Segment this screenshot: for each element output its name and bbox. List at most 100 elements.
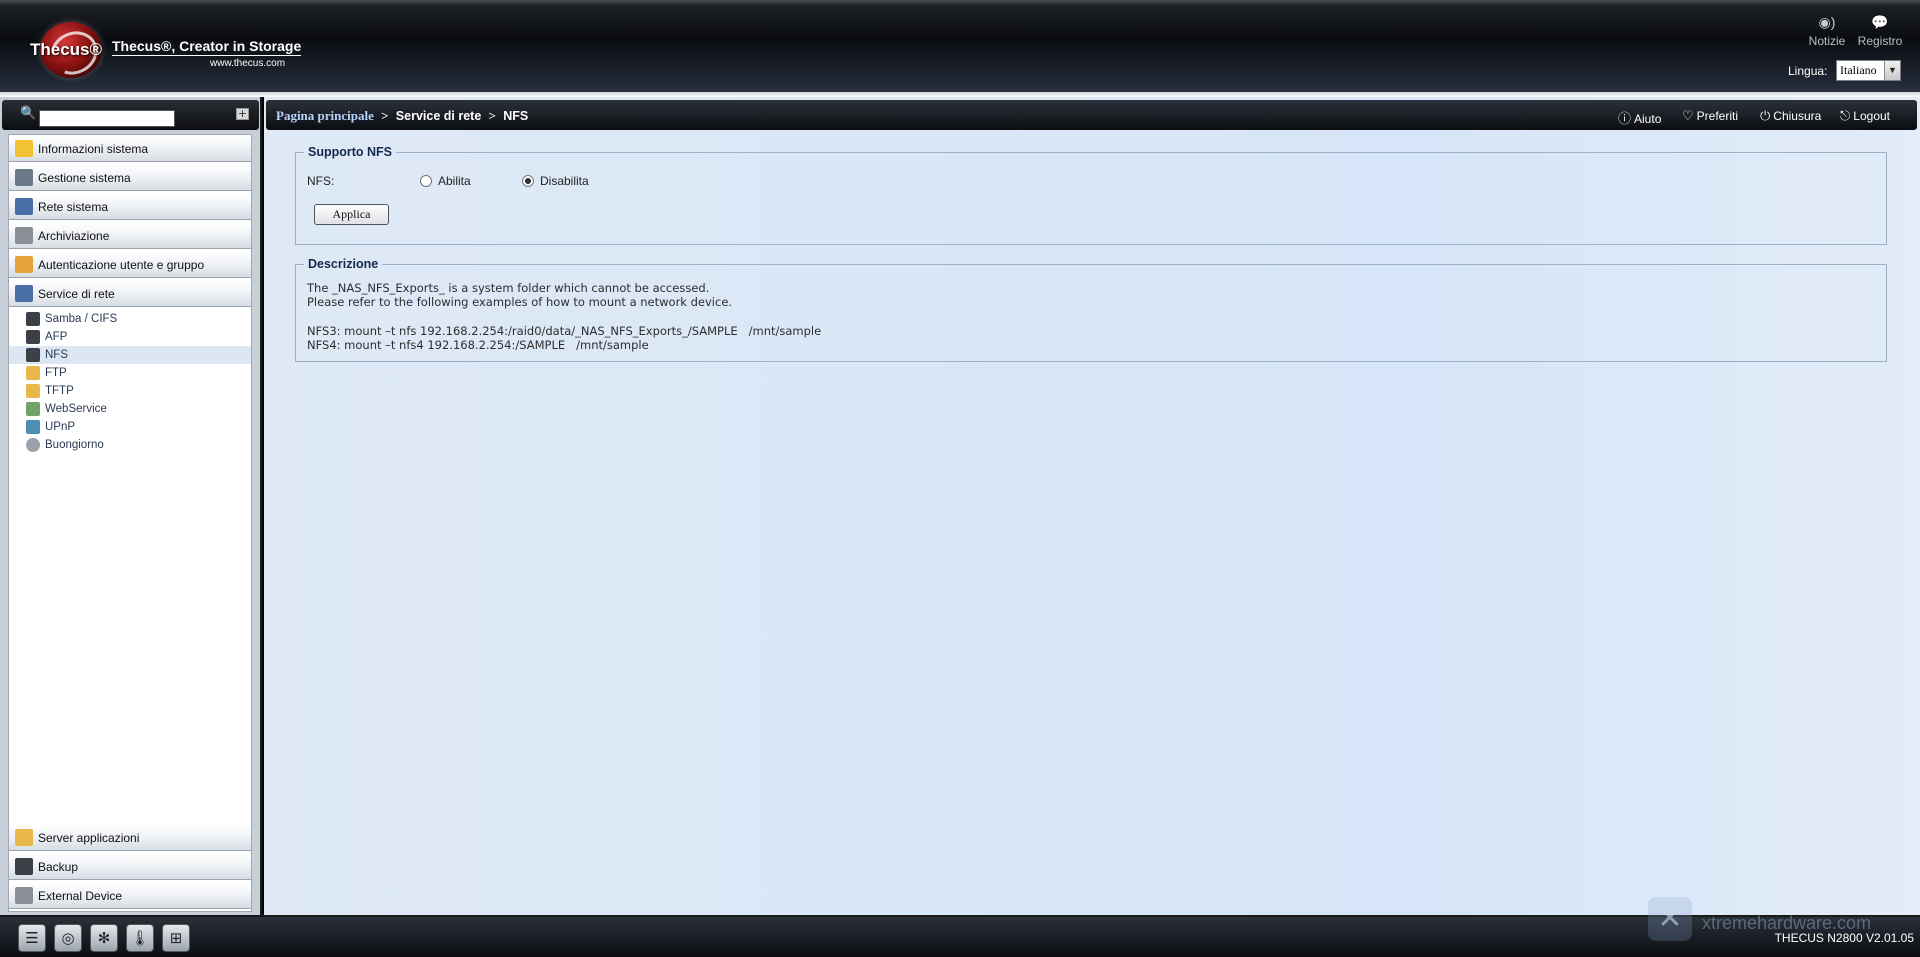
sidebar-item-label: FTP	[45, 367, 67, 379]
logout-button[interactable]: ⎋ Logout	[1840, 108, 1890, 124]
nfs-disable-label: Disabilita	[540, 174, 589, 188]
category-server-applicazioni[interactable]: Server applicazioni	[9, 824, 251, 851]
help-label: Aiuto	[1634, 112, 1662, 126]
category-label: Archiviazione	[38, 228, 110, 243]
description-title: Descrizione	[308, 257, 379, 271]
sidebar-item-upnp[interactable]: UPnP	[9, 418, 251, 436]
sidebar-item-tftp[interactable]: TFTP	[9, 382, 251, 400]
sidebar: 🔍 + Informazioni sistema Gestione sistem…	[0, 97, 262, 915]
breadcrumb-home-link[interactable]: Pagina principale	[276, 108, 374, 123]
speech-bubble-icon: 💬	[1871, 14, 1889, 30]
category-autenticazione[interactable]: Autenticazione utente e gruppo	[9, 251, 251, 278]
nfs-field-label: NFS:	[307, 174, 335, 188]
nfs-icon	[26, 348, 40, 362]
main-toolbar: Pagina principale > Service di rete > NF…	[266, 100, 1917, 130]
category-label: External Device	[38, 888, 123, 903]
category-archiviazione[interactable]: Archiviazione	[9, 222, 251, 249]
category-label: Informazioni sistema	[38, 141, 149, 156]
category-rete-sistema[interactable]: Rete sistema	[9, 193, 251, 220]
taskbar: ☰ ◎ ✻ 🌡 ⊞ THECUS N2800 V2.01.05	[0, 915, 1920, 957]
sidebar-item-nfs[interactable]: NFS	[9, 346, 251, 364]
tools-icon	[15, 169, 33, 186]
nfs-disable-radio[interactable]: Disabilita	[522, 174, 589, 188]
sidebar-item-buongiorno[interactable]: Buongiorno	[9, 436, 251, 454]
sidebar-item-webservice[interactable]: WebService	[9, 400, 251, 418]
network-service-icon	[15, 285, 33, 302]
breadcrumb: Pagina principale > Service di rete > NF…	[276, 108, 528, 124]
ftp-icon	[26, 366, 40, 380]
breadcrumb-current-page: NFS	[503, 109, 529, 123]
logo-tagline: Thecus®, Creator in Storage	[112, 38, 302, 56]
fan-status-icon[interactable]: ✻	[90, 924, 118, 952]
shutdown-label: Chiusura	[1773, 109, 1822, 123]
sidebar-item-ftp[interactable]: FTP	[9, 364, 251, 382]
header: Thecus® Thecus®, Creator in Storage www.…	[0, 0, 1920, 97]
apply-button[interactable]: Applica	[314, 204, 389, 225]
sidebar-item-label: TFTP	[45, 385, 74, 397]
help-icon: ⓘ	[1618, 111, 1632, 126]
category-informazioni-sistema[interactable]: Informazioni sistema	[9, 135, 251, 162]
category-label: Backup	[38, 859, 79, 874]
news-button[interactable]: ◉) Notizie	[1804, 14, 1850, 48]
category-backup[interactable]: Backup	[9, 853, 251, 880]
help-button[interactable]: ⓘ Aiuto	[1618, 108, 1661, 127]
chevron-down-icon[interactable]: ▼	[1884, 61, 1900, 80]
sidebar-item-samba[interactable]: Samba / CIFS	[9, 310, 251, 328]
upnp-icon	[26, 420, 40, 434]
sidebar-item-label: WebService	[45, 403, 107, 415]
radio-button[interactable]	[420, 175, 432, 187]
tftp-icon	[26, 384, 40, 398]
search-bar: 🔍 +	[2, 100, 259, 130]
info-icon	[15, 140, 33, 157]
shutdown-button[interactable]: ⏻ Chiusura	[1760, 108, 1821, 124]
category-external-device[interactable]: External Device	[9, 882, 251, 909]
favorites-button[interactable]: ♡ Preferiti	[1682, 108, 1738, 124]
external-device-icon	[15, 887, 33, 904]
firmware-version: THECUS N2800 V2.01.05	[1774, 931, 1914, 945]
logo-url: www.thecus.com	[210, 58, 286, 69]
thecus-logo: Thecus® Thecus®, Creator in Storage www.…	[26, 20, 302, 80]
nfs4-example-command: NFS4: mount –t nfs4 192.168.2.254:/SAMPL…	[307, 338, 649, 352]
app-server-icon	[15, 829, 33, 846]
sidebar-item-afp[interactable]: AFP	[9, 328, 251, 346]
category-label: Rete sistema	[38, 199, 109, 214]
category-label: Service di rete	[38, 286, 115, 301]
category-gestione-sistema[interactable]: Gestione sistema	[9, 164, 251, 191]
sidebar-item-label: NFS	[45, 349, 68, 361]
language-label: Lingua:	[1788, 64, 1828, 78]
log-label: Registro	[1857, 34, 1903, 48]
network-status-icon[interactable]: ⊞	[162, 924, 190, 952]
menu-panel: Informazioni sistema Gestione sistema Re…	[8, 134, 252, 912]
category-label: Server applicazioni	[38, 830, 140, 845]
nfs-support-panel: Supporto NFS	[295, 145, 1887, 245]
heart-icon: ♡	[1682, 108, 1694, 123]
radio-button-checked[interactable]	[522, 175, 534, 187]
favorites-label: Preferiti	[1696, 109, 1738, 123]
language-select[interactable]: Italiano ▼	[1836, 60, 1901, 81]
breadcrumb-separator: >	[488, 108, 496, 123]
system-status-icon[interactable]: ◎	[54, 924, 82, 952]
news-label: Notizie	[1808, 34, 1846, 48]
main-content: Pagina principale > Service di rete > NF…	[264, 97, 1920, 915]
users-icon	[15, 256, 33, 273]
add-icon[interactable]: +	[236, 108, 249, 120]
logout-icon: ⎋	[1840, 108, 1851, 123]
category-service-di-rete[interactable]: Service di rete	[9, 280, 251, 307]
bonjour-icon	[26, 438, 40, 452]
sidebar-item-label: UPnP	[45, 421, 76, 433]
category-label: Autenticazione utente e gruppo	[38, 257, 205, 272]
category-label: Gestione sistema	[38, 170, 131, 185]
samba-icon	[26, 312, 40, 326]
nfs-support-title: Supporto NFS	[308, 145, 393, 159]
breadcrumb-separator: >	[381, 108, 389, 123]
nfs-enable-radio[interactable]: Abilita	[420, 174, 471, 188]
nfs3-example-command: NFS3: mount –t nfs 192.168.2.254:/raid0/…	[307, 324, 822, 338]
sidebar-item-label: Buongiorno	[45, 439, 104, 451]
rss-icon: ◉)	[1818, 14, 1836, 30]
power-icon: ⏻	[1760, 108, 1771, 123]
disks-status-icon[interactable]: ☰	[18, 924, 46, 952]
temperature-icon[interactable]: 🌡	[126, 924, 154, 952]
sidebar-item-label: Samba / CIFS	[45, 313, 118, 325]
search-input[interactable]	[39, 110, 175, 127]
log-button[interactable]: 💬 Registro	[1852, 14, 1908, 48]
